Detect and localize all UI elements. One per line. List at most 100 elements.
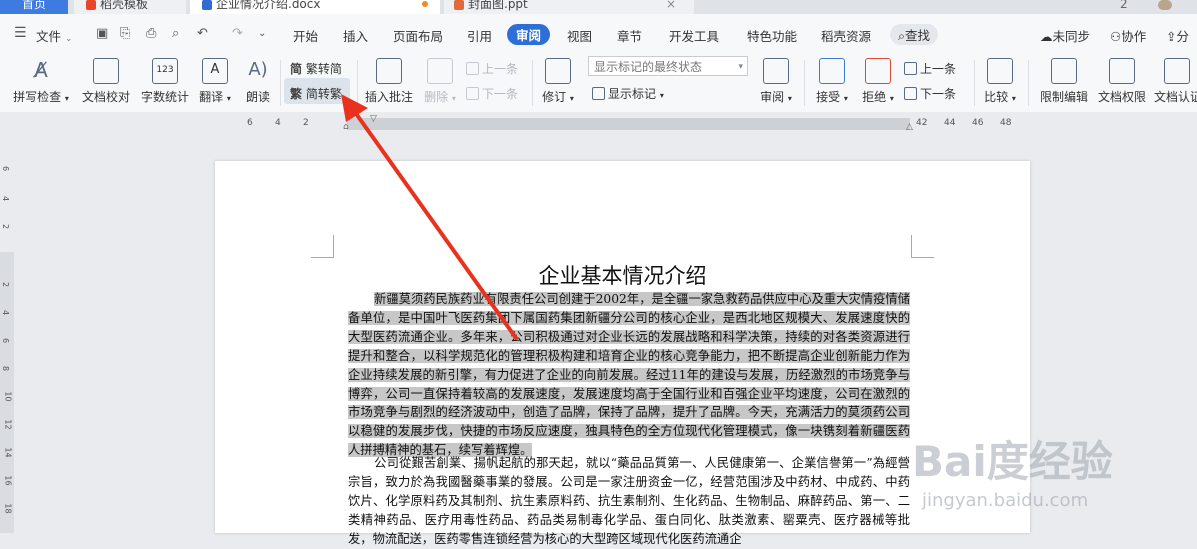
tab-templates[interactable]: 稻壳模板: [74, 0, 186, 14]
menu-bar: ☰ 文件 ⌄ ▣ ⎘ ⎙ ⌕ ↶ ↷ ⌄ 开始 插入 页面布局 引用 审阅 视图…: [0, 14, 1197, 54]
print-icon[interactable]: ⎙: [146, 26, 156, 41]
paragraph-text: 公司從艱苦創業、揚帆起航的那天起，就以“藥品品質第一、人民健康第一、企業信譽第一…: [348, 456, 910, 546]
next-comment-icon: [466, 87, 479, 100]
next-change-icon: [904, 87, 917, 100]
ruler-number: 42: [916, 118, 928, 128]
markup-state-select[interactable]: 显示标记的最终状态 ▾: [588, 56, 748, 76]
menu-special-features[interactable]: 特色功能: [747, 26, 797, 45]
accept-button[interactable]: 接受 ▾: [812, 58, 852, 105]
paragraph-selected[interactable]: 新疆莫须药民族药业有限责任公司创建于2002年，是全疆一家急救药品供应中心及重大…: [348, 290, 910, 460]
doc-proofread-button[interactable]: 文档校对: [80, 58, 132, 105]
margin-corner: [311, 235, 334, 258]
window-count-icon[interactable]: 2: [1120, 0, 1140, 14]
ruler-number: 10: [3, 391, 13, 402]
accept-icon: [819, 58, 845, 84]
chevron-down-icon: ▾: [738, 62, 743, 72]
search-button[interactable]: ⌕查找: [890, 24, 939, 45]
separator: [804, 60, 805, 106]
tab-ppt[interactable]: 封面图.ppt ×: [444, 0, 694, 14]
review-pane-icon: [763, 58, 789, 84]
menu-dev-tools[interactable]: 开发工具: [669, 26, 719, 45]
collaborate-button[interactable]: ⚇协作: [1110, 26, 1146, 45]
share-icon: ⇪: [1166, 29, 1177, 44]
compare-icon: [987, 58, 1013, 84]
proofread-icon: [93, 58, 119, 84]
review-pane-button[interactable]: 审阅 ▾: [758, 58, 794, 105]
prev-change-button[interactable]: 上一条: [904, 60, 956, 77]
track-changes-button[interactable]: 修订 ▾: [538, 58, 578, 105]
menu-page-layout[interactable]: 页面布局: [393, 26, 443, 45]
next-comment-button[interactable]: 下一条: [466, 85, 518, 102]
next-change-button[interactable]: 下一条: [904, 85, 956, 102]
document-page[interactable]: 企业基本情况介绍 新疆莫须药民族药业有限责任公司创建于2002年，是全疆一家急救…: [215, 161, 1030, 546]
tab-document[interactable]: 企业情况介绍.docx: [190, 0, 440, 14]
first-line-indent-icon[interactable]: ▽: [370, 114, 377, 124]
document-title: 企业基本情况介绍: [538, 264, 707, 288]
prev-comment-icon: [466, 62, 479, 75]
ruler-number: 6: [1, 165, 11, 172]
separator: [974, 60, 975, 106]
watermark-brand: Bai度经验: [912, 437, 1113, 486]
trad-to-simp-button[interactable]: 简 繁转简: [290, 60, 342, 77]
show-markup-icon: [592, 87, 605, 100]
simp-to-trad-button[interactable]: 繁 简转繁: [290, 85, 342, 102]
doc-permission-button[interactable]: 文档权限: [1096, 58, 1148, 105]
hamburger-icon[interactable]: ☰: [14, 25, 27, 41]
menu-review[interactable]: 审阅: [507, 24, 551, 45]
word-count-button[interactable]: 123 字数统计: [140, 58, 190, 105]
reject-button[interactable]: 拒绝 ▾: [858, 58, 898, 105]
translate-icon: A: [202, 58, 228, 84]
translate-button[interactable]: A 翻译 ▾: [198, 58, 232, 105]
separator: [357, 60, 358, 106]
prev-comment-button[interactable]: 上一条: [466, 60, 518, 77]
ruler-track: [347, 118, 910, 130]
restrict-edit-button[interactable]: 限制编辑: [1036, 58, 1092, 105]
ruler-number: 8: [1, 365, 11, 372]
ruler-number: 14: [3, 447, 13, 458]
menu-insert[interactable]: 插入: [343, 26, 368, 45]
doc-cert-button[interactable]: 文档认证: [1154, 58, 1197, 105]
spell-check-icon: A̸: [34, 58, 48, 82]
show-markup-button[interactable]: 显示标记 ▾: [592, 85, 664, 102]
vertical-ruler[interactable]: 6 4 2 2 4 6 8 10 12 14 16 18: [0, 132, 14, 533]
file-menu[interactable]: 文件 ⌄: [36, 26, 73, 45]
menu-chapter[interactable]: 章节: [617, 26, 642, 45]
menu-references[interactable]: 引用: [467, 26, 492, 45]
delete-comment-button[interactable]: 删除 ▾: [422, 58, 458, 105]
undo-icon[interactable]: ↶: [197, 26, 208, 41]
redo-icon[interactable]: ↷: [232, 26, 243, 41]
ruler-number: 12: [3, 419, 13, 430]
chevron-down-icon: ⌄: [65, 34, 73, 44]
ruler-number: 16: [3, 475, 13, 486]
share-button[interactable]: ⇪分: [1166, 26, 1189, 45]
right-indent-icon[interactable]: △: [906, 122, 913, 132]
certificate-icon: [1164, 58, 1190, 84]
ruler-number: 48: [1000, 118, 1012, 128]
read-aloud-icon: A): [248, 59, 268, 80]
paragraph-traditional[interactable]: 公司從艱苦創業、揚帆起航的那天起，就以“藥品品質第一、人民健康第一、企業信譽第一…: [348, 454, 910, 549]
save-icon[interactable]: ▣: [96, 26, 108, 41]
compare-button[interactable]: 比较 ▾: [980, 58, 1020, 105]
selected-text: 新疆莫须药民族药业有限责任公司创建于2002年，是全疆一家急救药品供应中心及重大…: [348, 292, 910, 458]
horizontal-ruler[interactable]: 6 4 2 42 44 46 48 ⌂ ▽ △: [0, 112, 1197, 132]
quick-access-dropdown-icon[interactable]: ⌄: [258, 28, 266, 39]
baidu-jingyan-watermark: Bai度经验 jingyan.baidu.com: [912, 428, 1197, 533]
tab-home[interactable]: 首页: [0, 0, 68, 14]
menu-docer-resources[interactable]: 稻壳资源: [821, 26, 871, 45]
spell-check-button[interactable]: A̸ 拼写检查 ▾: [10, 58, 72, 105]
prev-change-icon: [904, 62, 917, 75]
insert-comment-button[interactable]: 插入批注: [362, 58, 416, 105]
menu-start[interactable]: 开始: [293, 26, 318, 45]
close-icon[interactable]: ×: [666, 0, 676, 10]
sync-status[interactable]: ☁未同步: [1040, 26, 1090, 45]
insert-comment-icon: [376, 58, 402, 84]
indent-marker-icon[interactable]: ⌂: [343, 122, 349, 132]
ruler-number: 46: [972, 118, 984, 128]
menu-view[interactable]: 视图: [567, 26, 592, 45]
watermark-url: jingyan.baidu.com: [922, 490, 1089, 511]
read-aloud-button[interactable]: A) 朗读: [242, 58, 274, 105]
print-preview-icon[interactable]: ⌕: [172, 26, 179, 41]
avatar[interactable]: [1158, 0, 1188, 14]
reject-icon: [865, 58, 891, 84]
export-icon[interactable]: ⎘: [120, 26, 130, 41]
